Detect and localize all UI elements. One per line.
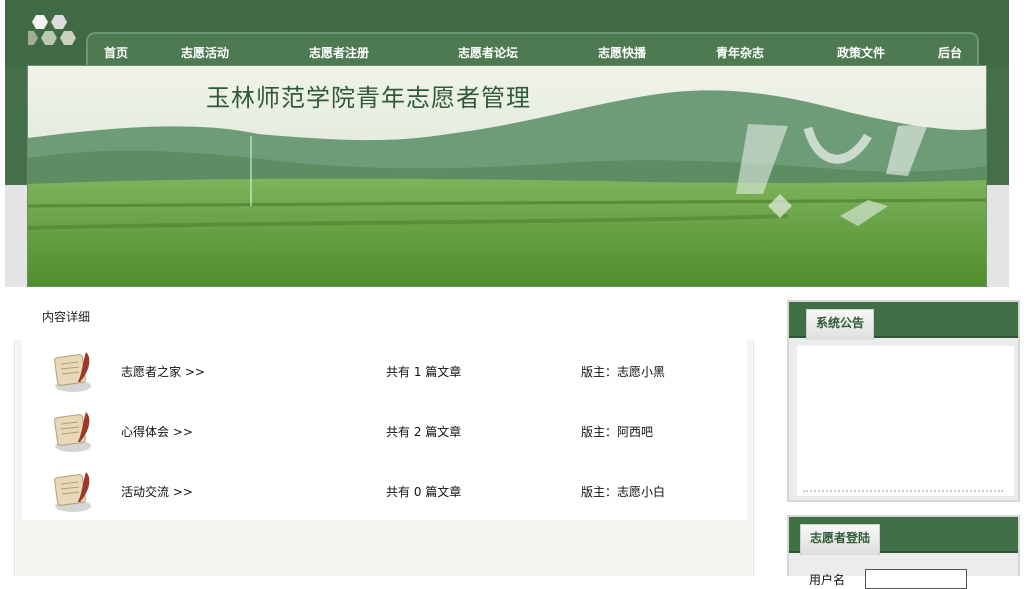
forum-link[interactable]: 活动交流 >>: [121, 483, 193, 500]
username-label: 用户名: [809, 573, 846, 587]
forum-row: 志愿者之家 >> 共有 1 篇文章 版主：志愿小黑: [22, 340, 747, 400]
nav-item-news[interactable]: 志愿快播: [598, 44, 646, 61]
forum-row: 活动交流 >> 共有 0 篇文章 版主：志愿小白: [22, 460, 747, 520]
forum-moderator: 版主：志愿小黑: [581, 365, 666, 379]
nav-item-forum[interactable]: 志愿者论坛: [458, 44, 518, 61]
forum-link[interactable]: 心得体会 >>: [121, 423, 193, 440]
notice-content: [797, 346, 1014, 496]
banner: 玉林师范学院青年志愿者管理: [27, 65, 987, 287]
notice-title: 系统公告: [806, 309, 875, 340]
forum-article-count: 共有 1 篇文章: [386, 365, 462, 379]
forum-moderator: 版主：阿西吧: [581, 425, 654, 439]
nav-item-home[interactable]: 首页: [104, 44, 128, 61]
forum-link[interactable]: 志愿者之家 >>: [121, 363, 205, 380]
nav-item-activities[interactable]: 志愿活动: [181, 44, 229, 61]
scroll-quill-icon: [54, 412, 91, 452]
hexagon-logo-icon: [28, 15, 76, 45]
nav-item-register[interactable]: 志愿者注册: [309, 44, 369, 61]
scroll-quill-icon: [54, 352, 91, 392]
site-title: 玉林师范学院青年志愿者管理: [206, 84, 531, 112]
forum-moderator: 版主：志愿小白: [581, 485, 666, 499]
scroll-quill-icon: [54, 472, 91, 512]
content-heading: 内容详细: [42, 310, 91, 324]
notice-header: 系统公告: [789, 302, 1018, 340]
notice-marquee: [803, 490, 1003, 494]
main-nav: 首页 志愿活动 志愿者注册 志愿者论坛 志愿快播 青年杂志 政策文件 后台: [86, 32, 979, 68]
login-header: 志愿者登陆: [789, 517, 1018, 555]
nav-item-magazine[interactable]: 青年杂志: [716, 44, 764, 61]
nav-item-admin[interactable]: 后台: [938, 44, 962, 61]
forum-article-count: 共有 2 篇文章: [386, 425, 462, 439]
login-box: 志愿者登陆 用户名: [787, 515, 1020, 589]
forum-row: 心得体会 >> 共有 2 篇文章 版主：阿西吧: [22, 400, 747, 460]
forum-article-count: 共有 0 篇文章: [386, 485, 462, 499]
username-input[interactable]: [865, 569, 967, 589]
login-title: 志愿者登陆: [800, 524, 881, 555]
notice-box: 系统公告: [787, 300, 1020, 502]
nav-item-policy[interactable]: 政策文件: [837, 44, 885, 61]
